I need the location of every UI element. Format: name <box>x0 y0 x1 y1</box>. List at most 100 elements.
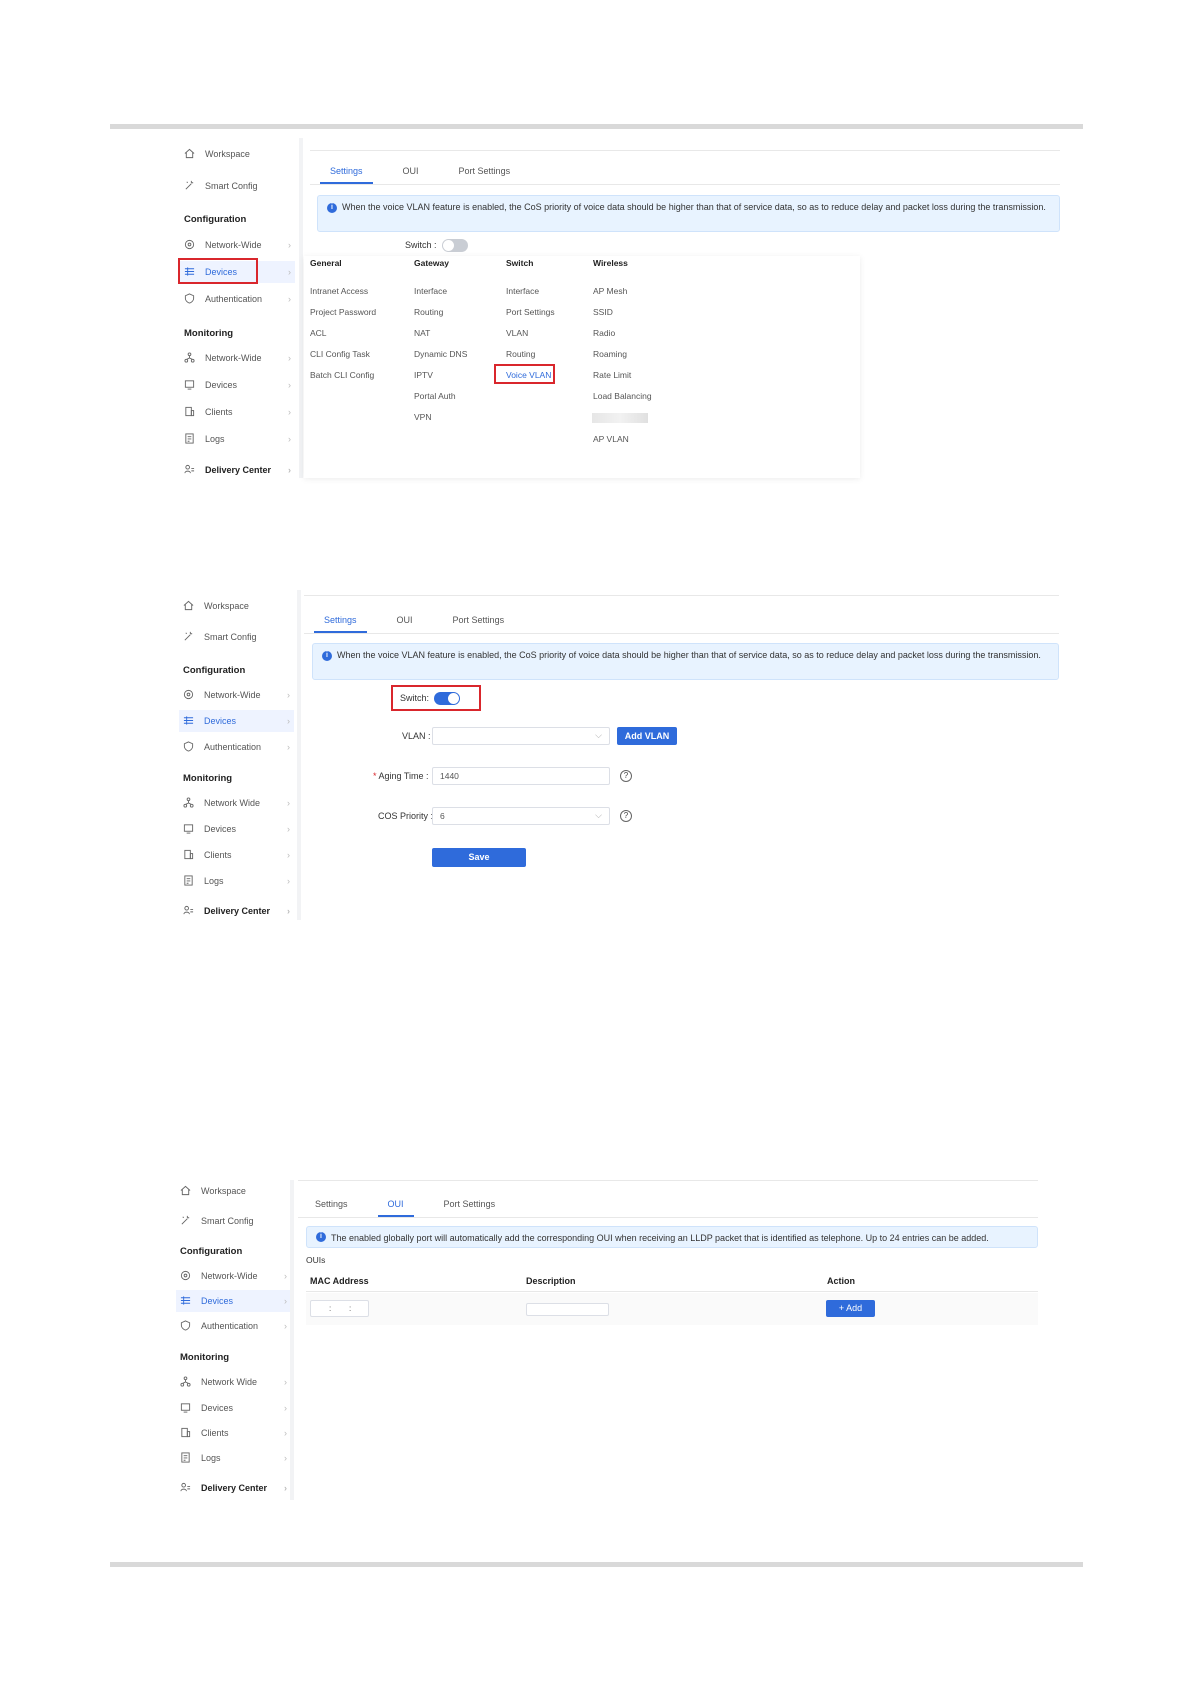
sidebar-item-workspace[interactable]: Workspace <box>179 595 294 617</box>
chevron-right-icon: › <box>284 1453 287 1463</box>
chevron-right-icon: › <box>287 690 290 700</box>
menu-item-cli-config-task[interactable]: CLI Config Task <box>310 349 370 359</box>
monitor-icon <box>180 1402 192 1414</box>
sidebar-item-smart-config[interactable]: Smart Config <box>180 175 295 197</box>
vlan-select[interactable]: ⌵ <box>432 727 610 745</box>
menu-item-dynamic-dns[interactable]: Dynamic DNS <box>414 349 467 359</box>
menu-item-radio[interactable]: Radio <box>593 328 615 338</box>
toggle-knob <box>443 240 454 251</box>
sidebar-item-logs[interactable]: Logs › <box>180 428 295 450</box>
chevron-right-icon: › <box>284 1428 287 1438</box>
sidebar-item-delivery-center[interactable]: Delivery Center › <box>179 900 294 922</box>
monitor-icon <box>183 823 195 835</box>
network-icon <box>183 797 195 809</box>
menu-item-project-password[interactable]: Project Password <box>310 307 376 317</box>
menu-item-sw-interface[interactable]: Interface <box>506 286 539 296</box>
menu-item-sw-port-settings[interactable]: Port Settings <box>506 307 555 317</box>
aging-time-label-text: Aging Time : <box>378 771 429 781</box>
menu-item-gw-interface[interactable]: Interface <box>414 286 447 296</box>
sidebar-item-workspace[interactable]: Workspace <box>180 143 295 165</box>
sidebar-item-mon-devices[interactable]: Devices › <box>179 818 294 840</box>
switch-toggle[interactable] <box>442 239 468 252</box>
chevron-right-icon: › <box>288 240 291 250</box>
sidebar-item-label: Network-Wide <box>201 1271 258 1281</box>
sidebar-item-network-wide[interactable]: Network-Wide › <box>179 684 294 706</box>
add-vlan-button[interactable]: Add VLAN <box>617 727 677 745</box>
menu-item-ssid[interactable]: SSID <box>593 307 613 317</box>
tab-oui[interactable]: OUI <box>397 615 413 633</box>
sidebar-item-devices[interactable]: Devices › <box>176 1290 291 1312</box>
sidebar-item-logs[interactable]: Logs › <box>176 1447 291 1469</box>
chevron-right-icon: › <box>287 824 290 834</box>
menu-item-nat[interactable]: NAT <box>414 328 430 338</box>
menu-item-sw-routing[interactable]: Routing <box>506 349 535 359</box>
sidebar-item-workspace[interactable]: Workspace <box>176 1180 291 1202</box>
sidebar-item-authentication[interactable]: Authentication › <box>180 288 295 310</box>
logs-icon <box>183 875 195 887</box>
sidebar-item-clients[interactable]: Clients › <box>176 1422 291 1444</box>
menu-item-ap-mesh[interactable]: AP Mesh <box>593 286 627 296</box>
tab-oui[interactable]: OUI <box>403 166 419 184</box>
menu-item-sw-vlan[interactable]: VLAN <box>506 328 528 338</box>
help-icon[interactable]: ? <box>620 770 632 782</box>
oui-table-header <box>306 1268 1038 1292</box>
menu-item-acl[interactable]: ACL <box>310 328 327 338</box>
tab-settings[interactable]: Settings <box>315 1199 348 1217</box>
save-button[interactable]: Save <box>432 848 526 867</box>
sidebar-item-label: Logs <box>204 876 224 886</box>
network-icon <box>184 352 196 364</box>
sidebar-item-mon-devices[interactable]: Devices › <box>176 1397 291 1419</box>
sidebar-item-logs[interactable]: Logs › <box>179 870 294 892</box>
cos-priority-value: 6 <box>440 811 445 821</box>
tab-port-settings[interactable]: Port Settings <box>459 166 511 184</box>
menu-item-vpn[interactable]: VPN <box>414 412 431 422</box>
sidebar-item-delivery-center[interactable]: Delivery Center › <box>176 1477 291 1499</box>
menu-item-iptv[interactable]: IPTV <box>414 370 433 380</box>
menu-item-gw-routing[interactable]: Routing <box>414 307 443 317</box>
chevron-down-icon: ⌵ <box>595 730 602 740</box>
shield-icon <box>180 1320 192 1332</box>
chevron-right-icon: › <box>287 798 290 808</box>
tab-settings[interactable]: Settings <box>314 615 366 633</box>
menu-item-batch-cli-config[interactable]: Batch CLI Config <box>310 370 374 380</box>
tab-oui[interactable]: OUI <box>377 1199 414 1217</box>
tab-bar: Settings OUI Port Settings <box>314 615 544 633</box>
sidebar-item-network-wide[interactable]: Network-Wide › <box>176 1265 291 1287</box>
sidebar-item-clients[interactable]: Clients › <box>180 401 295 423</box>
tab-port-settings[interactable]: Port Settings <box>444 1199 496 1217</box>
sidebar-item-network-wide[interactable]: Network-Wide › <box>180 234 295 256</box>
menu-item-portal-auth[interactable]: Portal Auth <box>414 391 456 401</box>
column-header-mac-address: MAC Address <box>310 1276 369 1286</box>
logs-icon <box>180 1452 192 1464</box>
sidebar-item-clients[interactable]: Clients › <box>179 844 294 866</box>
tab-port-settings[interactable]: Port Settings <box>453 615 505 633</box>
sidebar-item-smart-config[interactable]: Smart Config <box>179 626 294 648</box>
sidebar-item-label: Workspace <box>201 1186 246 1196</box>
sidebar-item-mon-network-wide[interactable]: Network Wide › <box>176 1371 291 1393</box>
sidebar-item-authentication[interactable]: Authentication › <box>179 736 294 758</box>
menu-item-ap-vlan[interactable]: AP VLAN <box>593 434 629 444</box>
aging-time-input[interactable]: 1440 <box>432 767 610 785</box>
sidebar-item-label: Delivery Center <box>201 1483 268 1493</box>
sidebar-item-mon-network-wide[interactable]: Network-Wide › <box>180 347 295 369</box>
tab-settings[interactable]: Settings <box>320 166 372 184</box>
add-oui-button[interactable]: + Add <box>826 1300 875 1317</box>
top-border <box>310 150 1060 151</box>
delivery-icon <box>180 1482 192 1494</box>
menu-item-rate-limit[interactable]: Rate Limit <box>593 370 631 380</box>
menu-item-roaming[interactable]: Roaming <box>593 349 627 359</box>
sidebar-item-smart-config[interactable]: Smart Config <box>176 1210 291 1232</box>
section-heading-monitoring: Monitoring <box>184 328 234 339</box>
sidebar-item-label: Authentication <box>201 1321 259 1331</box>
mac-address-input[interactable]: : : <box>310 1300 369 1317</box>
description-input[interactable] <box>526 1303 609 1316</box>
sidebar-item-authentication[interactable]: Authentication › <box>176 1315 291 1337</box>
sidebar-item-mon-network-wide[interactable]: Network Wide › <box>179 792 294 814</box>
menu-item-load-balancing[interactable]: Load Balancing <box>593 391 652 401</box>
cos-priority-select[interactable]: 6 ⌵ <box>432 807 610 825</box>
help-icon[interactable]: ? <box>620 810 632 822</box>
sidebar-item-devices[interactable]: Devices › <box>179 710 294 732</box>
menu-item-intranet-access[interactable]: Intranet Access <box>310 286 368 296</box>
sidebar-item-mon-devices[interactable]: Devices › <box>180 374 295 396</box>
sidebar-item-delivery-center[interactable]: Delivery Center › <box>180 459 295 481</box>
